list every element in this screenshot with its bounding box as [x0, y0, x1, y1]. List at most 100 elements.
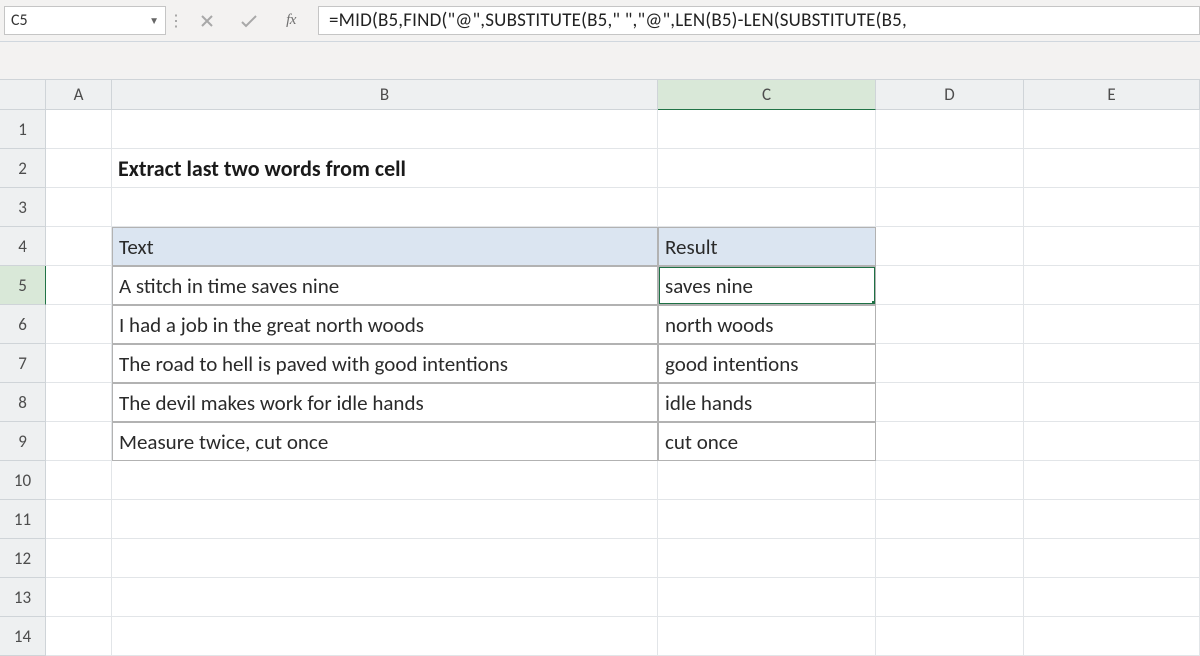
col-header-d[interactable]: D	[876, 80, 1024, 110]
cell-c12[interactable]	[658, 539, 876, 578]
cell-b9[interactable]: Measure twice, cut once	[112, 422, 658, 461]
cell-e13[interactable]	[1024, 578, 1200, 617]
cell-b7[interactable]: The road to hell is paved with good inte…	[112, 344, 658, 383]
cell-e14[interactable]	[1024, 617, 1200, 656]
cell-e2[interactable]	[1024, 149, 1200, 188]
col-header-c[interactable]: C	[658, 80, 876, 110]
formula-input[interactable]: =MID(B5,FIND("@",SUBSTITUTE(B5," ","@",L…	[318, 6, 1200, 35]
cell-b10[interactable]	[112, 461, 658, 500]
cell-a6[interactable]	[46, 305, 112, 344]
row: 3	[0, 188, 1200, 227]
cell-c13[interactable]	[658, 578, 876, 617]
fill-handle[interactable]	[872, 301, 876, 305]
cell-d8[interactable]	[876, 383, 1024, 422]
cell-e12[interactable]	[1024, 539, 1200, 578]
cancel-button[interactable]	[186, 7, 228, 35]
insert-function-button[interactable]: fx	[270, 7, 312, 35]
cell-a12[interactable]	[46, 539, 112, 578]
cell-e6[interactable]	[1024, 305, 1200, 344]
col-header-a[interactable]: A	[46, 80, 112, 110]
row-header-12[interactable]: 12	[0, 539, 46, 578]
col-header-e[interactable]: E	[1024, 80, 1200, 110]
cell-a13[interactable]	[46, 578, 112, 617]
cell-d11[interactable]	[876, 500, 1024, 539]
cell-d12[interactable]	[876, 539, 1024, 578]
table-header-text[interactable]: Text	[112, 227, 658, 266]
cell-e1[interactable]	[1024, 110, 1200, 149]
cell-b6[interactable]: I had a job in the great north woods	[112, 305, 658, 344]
cell-c2[interactable]	[658, 149, 876, 188]
row-header-14[interactable]: 14	[0, 617, 46, 656]
cell-a4[interactable]	[46, 227, 112, 266]
cell-b11[interactable]	[112, 500, 658, 539]
name-box[interactable]: C5 ▼	[4, 6, 166, 35]
cell-c6[interactable]: north woods	[658, 305, 876, 344]
row-header-5[interactable]: 5	[0, 266, 46, 305]
name-box-dropdown-icon[interactable]: ▼	[149, 14, 159, 27]
enter-button[interactable]	[228, 7, 270, 35]
row-header-1[interactable]: 1	[0, 110, 46, 149]
cell-a11[interactable]	[46, 500, 112, 539]
cell-e7[interactable]	[1024, 344, 1200, 383]
cell-c5-active[interactable]: saves nine	[658, 266, 876, 305]
row: 6 I had a job in the great north woods n…	[0, 305, 1200, 344]
cell-e8[interactable]	[1024, 383, 1200, 422]
row-header-7[interactable]: 7	[0, 344, 46, 383]
cell-d9[interactable]	[876, 422, 1024, 461]
cell-a7[interactable]	[46, 344, 112, 383]
cell-a8[interactable]	[46, 383, 112, 422]
cell-d14[interactable]	[876, 617, 1024, 656]
cell-c14[interactable]	[658, 617, 876, 656]
cell-c9[interactable]: cut once	[658, 422, 876, 461]
cell-c7[interactable]: good intentions	[658, 344, 876, 383]
cell-e5[interactable]	[1024, 266, 1200, 305]
row-header-11[interactable]: 11	[0, 500, 46, 539]
row-header-6[interactable]: 6	[0, 305, 46, 344]
row-header-3[interactable]: 3	[0, 188, 46, 227]
col-header-b[interactable]: B	[112, 80, 658, 110]
cell-c3[interactable]	[658, 188, 876, 227]
cell-d13[interactable]	[876, 578, 1024, 617]
cell-b14[interactable]	[112, 617, 658, 656]
select-all-corner[interactable]	[0, 80, 46, 110]
cell-d10[interactable]	[876, 461, 1024, 500]
cell-a2[interactable]	[46, 149, 112, 188]
cell-b1[interactable]	[112, 110, 658, 149]
cell-c11[interactable]	[658, 500, 876, 539]
cell-b2-title[interactable]: Extract last two words from cell	[112, 149, 658, 188]
row-header-13[interactable]: 13	[0, 578, 46, 617]
row-header-9[interactable]: 9	[0, 422, 46, 461]
row: 14	[0, 617, 1200, 656]
cell-d5[interactable]	[876, 266, 1024, 305]
cell-b13[interactable]	[112, 578, 658, 617]
row-header-4[interactable]: 4	[0, 227, 46, 266]
cell-d7[interactable]	[876, 344, 1024, 383]
cell-e10[interactable]	[1024, 461, 1200, 500]
cell-c10[interactable]	[658, 461, 876, 500]
cell-a1[interactable]	[46, 110, 112, 149]
cell-a10[interactable]	[46, 461, 112, 500]
cell-c8[interactable]: idle hands	[658, 383, 876, 422]
cell-b5[interactable]: A stitch in time saves nine	[112, 266, 658, 305]
cell-b12[interactable]	[112, 539, 658, 578]
cell-d6[interactable]	[876, 305, 1024, 344]
cell-a5[interactable]	[46, 266, 112, 305]
cell-e3[interactable]	[1024, 188, 1200, 227]
cell-a14[interactable]	[46, 617, 112, 656]
cell-a9[interactable]	[46, 422, 112, 461]
cell-e4[interactable]	[1024, 227, 1200, 266]
cell-d4[interactable]	[876, 227, 1024, 266]
row-header-10[interactable]: 10	[0, 461, 46, 500]
cell-d3[interactable]	[876, 188, 1024, 227]
cell-e9[interactable]	[1024, 422, 1200, 461]
row-header-2[interactable]: 2	[0, 149, 46, 188]
cell-e11[interactable]	[1024, 500, 1200, 539]
cell-d2[interactable]	[876, 149, 1024, 188]
cell-a3[interactable]	[46, 188, 112, 227]
cell-b3[interactable]	[112, 188, 658, 227]
table-header-result[interactable]: Result	[658, 227, 876, 266]
cell-d1[interactable]	[876, 110, 1024, 149]
row-header-8[interactable]: 8	[0, 383, 46, 422]
cell-b8[interactable]: The devil makes work for idle hands	[112, 383, 658, 422]
cell-c1[interactable]	[658, 110, 876, 149]
